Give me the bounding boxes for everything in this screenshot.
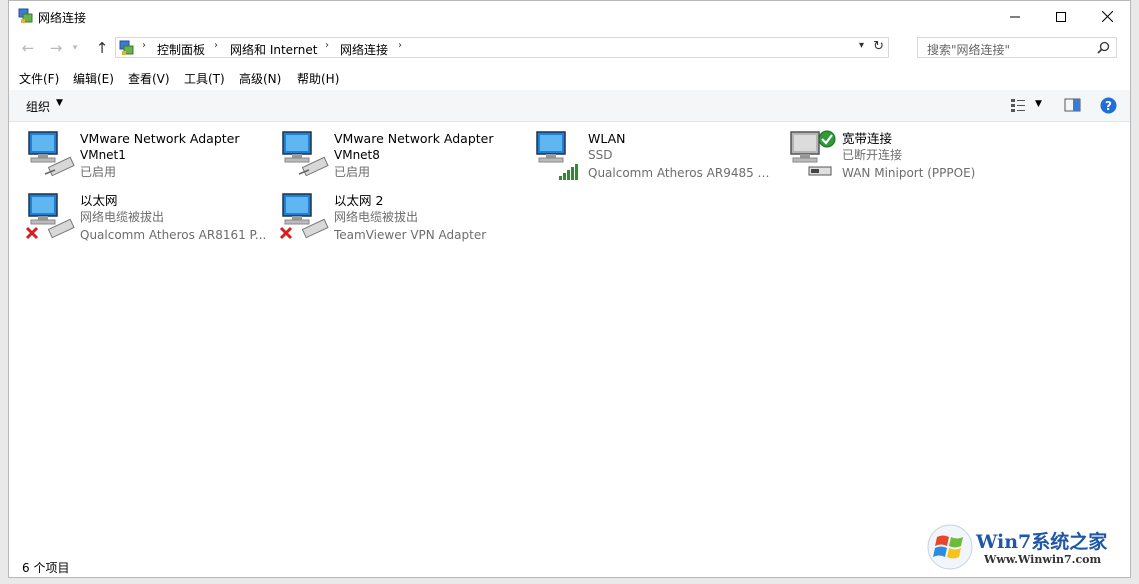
windows-logo-icon <box>927 524 973 570</box>
connection-name-line2: VMnet1 <box>80 148 126 162</box>
connection-status: 已启用 <box>334 165 371 179</box>
connection-name: 以太网 <box>80 193 118 208</box>
menu-edit[interactable]: 编辑(E) <box>73 70 114 87</box>
connection-wlan[interactable]: WLAN SSD Qualcomm Atheros AR9485 W... <box>517 122 778 180</box>
site-watermark: Win7系统之家 Www.Winwin7.com <box>926 521 1122 573</box>
search-placeholder: 搜索"网络连接" <box>927 43 1011 57</box>
menu-help[interactable]: 帮助(H) <box>297 70 339 87</box>
arrow-left-icon: ← <box>21 39 35 57</box>
connection-status: 已启用 <box>80 165 117 179</box>
wireless-adapter-icon <box>536 131 578 180</box>
menu-tools[interactable]: 工具(T) <box>184 70 225 87</box>
arrow-up-icon: ↑ <box>95 39 109 57</box>
connections-list: VMware Network Adapter VMnet1 已启用 VMware… <box>9 122 1130 555</box>
network-connections-icon <box>18 8 33 23</box>
address-bar[interactable]: › 控制面板 › 网络和 Internet › 网络连接 › ▾ ↻ <box>115 37 889 58</box>
title-bar: 网络连接 <box>9 1 1130 32</box>
connection-name: VMware Network Adapter <box>334 131 494 146</box>
organize-button[interactable]: 组织 <box>26 98 50 115</box>
connection-device: TeamViewer VPN Adapter <box>334 228 487 242</box>
window-title: 网络连接 <box>38 11 87 25</box>
item-count: 6 个项目 <box>22 561 70 575</box>
network-adapter-icon <box>28 131 75 177</box>
ethernet-adapter-icon <box>25 193 75 240</box>
caret-down-icon[interactable]: ▼ <box>56 98 63 108</box>
watermark-brand: Win7系统之家 <box>976 531 1108 553</box>
svg-text:?: ? <box>1105 99 1112 113</box>
network-connections-window: 网络连接 ← → ▾ ↑ › 控制面板 › 网络和 Internet › 网络连 <box>8 0 1131 578</box>
broadband-connection-icon <box>790 130 836 176</box>
chevron-down-icon: ▾ <box>72 43 78 53</box>
connection-name: 以太网 2 <box>334 193 384 208</box>
breadcrumb-control-panel[interactable]: 控制面板 <box>157 41 205 58</box>
menu-advanced[interactable]: 高级(N) <box>239 70 281 87</box>
minimize-button[interactable] <box>992 1 1038 32</box>
close-icon <box>1101 11 1113 22</box>
network-adapter-icon <box>282 131 329 177</box>
forward-button[interactable]: → <box>45 38 67 58</box>
menu-bar: 文件(F) 编辑(E) 查看(V) 工具(T) 高级(N) 帮助(H) <box>9 67 1130 89</box>
connection-device: WAN Miniport (PPPOE) <box>842 166 976 180</box>
address-row: ← → ▾ ↑ › 控制面板 › 网络和 Internet › 网络连接 › ▾… <box>9 34 1130 62</box>
connection-name: WLAN <box>588 131 626 146</box>
connection-status: 网络电缆被拔出 <box>334 210 419 224</box>
recent-locations-button[interactable]: ▾ <box>69 38 81 58</box>
control-panel-icon <box>119 40 134 55</box>
connection-vmnet1[interactable]: VMware Network Adapter VMnet1 已启用 <box>9 122 259 179</box>
connection-ethernet-2[interactable]: 以太网 2 网络电缆被拔出 TeamViewer VPN Adapter <box>263 184 513 242</box>
preview-pane-icon[interactable] <box>1064 97 1081 113</box>
watermark-url: Www.Winwin7.com <box>984 553 1102 566</box>
connection-broadband[interactable]: 宽带连接 已断开连接 WAN Miniport (PPPOE) <box>771 122 1021 180</box>
search-icon <box>1097 41 1110 54</box>
breadcrumb-separator-icon[interactable]: › <box>142 40 146 51</box>
breadcrumb-separator-icon[interactable]: › <box>325 40 329 51</box>
view-options-caret-icon[interactable]: ▼ <box>1035 99 1042 109</box>
background-desktop <box>1131 0 1139 584</box>
connection-status: SSD <box>588 148 613 162</box>
change-view-icon[interactable] <box>1010 97 1026 113</box>
breadcrumb-network-internet[interactable]: 网络和 Internet <box>230 41 317 58</box>
arrow-right-icon: → <box>49 39 63 57</box>
ethernet-adapter-icon <box>279 193 329 240</box>
search-input[interactable]: 搜索"网络连接" <box>917 37 1117 58</box>
breadcrumb-separator-icon[interactable]: › <box>398 40 402 51</box>
address-dropdown-icon[interactable]: ▾ <box>859 40 864 51</box>
up-button[interactable]: ↑ <box>91 38 113 58</box>
connection-vmnet8[interactable]: VMware Network Adapter VMnet8 已启用 <box>263 122 513 179</box>
connection-name: 宽带连接 <box>842 131 893 146</box>
breadcrumb-separator-icon[interactable]: › <box>214 40 218 51</box>
connection-name-line2: VMnet8 <box>334 148 380 162</box>
maximize-icon <box>1056 11 1066 22</box>
close-button[interactable] <box>1084 1 1130 32</box>
breadcrumb-network-connections[interactable]: 网络连接 <box>340 41 388 58</box>
connection-status: 已断开连接 <box>842 148 903 162</box>
minimize-icon <box>1010 16 1020 17</box>
connection-device: Qualcomm Atheros AR9485 W... <box>588 166 778 180</box>
help-icon[interactable]: ? <box>1100 97 1117 114</box>
refresh-icon[interactable]: ↻ <box>873 39 884 54</box>
menu-view[interactable]: 查看(V) <box>128 70 170 87</box>
connection-status: 网络电缆被拔出 <box>80 210 165 224</box>
connection-device: Qualcomm Atheros AR8161 P... <box>80 228 267 242</box>
maximize-button[interactable] <box>1038 1 1084 32</box>
connection-name: VMware Network Adapter <box>80 131 240 146</box>
back-button[interactable]: ← <box>17 38 39 58</box>
menu-file[interactable]: 文件(F) <box>19 70 59 87</box>
command-bar: 组织 ▼ ▼ ? <box>9 90 1130 122</box>
connection-ethernet[interactable]: 以太网 网络电缆被拔出 Qualcomm Atheros AR8161 P... <box>9 184 266 242</box>
